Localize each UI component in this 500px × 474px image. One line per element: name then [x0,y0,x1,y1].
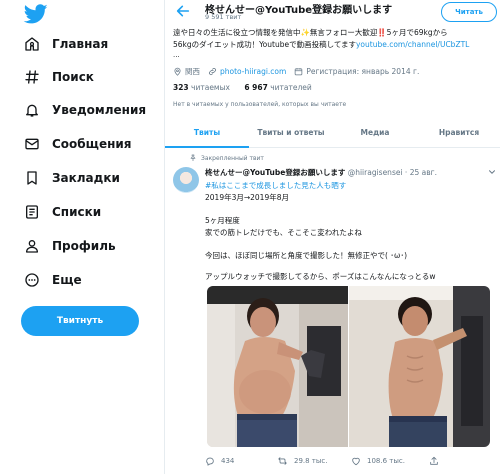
tweet-actions: 434 29.8 тыс. 108.6 тыс. [205,456,495,466]
profile-column: 柊せんせー@YouTube登録お願いします 9 591 твит Читать … [164,0,500,474]
sidebar-item-lists[interactable]: Списки [22,200,101,224]
bio-ellipsis: ... [173,51,180,59]
chevron-down-icon[interactable] [487,167,497,177]
list-icon [22,202,42,222]
tweet-handle-date[interactable]: @hiiragisensei · 25 авг. [348,168,437,177]
reply-count: 434 [221,457,235,465]
tweet-media[interactable] [207,286,490,447]
sidebar-item-label: Еще [52,273,82,287]
bio-text: 56kgのダイエット成功！Youtubeで動画投稿してます [173,40,356,49]
follow-counts: 323 читаемых 6 967 читателей [173,83,324,92]
bookmark-icon [22,168,42,188]
follow-button[interactable]: Читать [441,2,497,22]
like-count: 108.6 тыс. [367,457,405,465]
avatar[interactable] [173,167,199,193]
sidebar-item-profile[interactable]: Профиль [22,234,116,258]
person-icon [22,236,42,256]
tweet-count: 9 591 твит [205,13,242,21]
heart-icon [352,457,360,466]
pinned-indicator: Закрепленный твит [189,154,264,162]
following-label: читаемых [191,83,230,92]
share-button[interactable] [429,456,445,466]
reply-button[interactable]: 434 [205,456,277,466]
bio-link[interactable]: youtube.com/channel/UCbZTL [356,40,469,49]
bio-line: 56kgのダイエット成功！Youtubeで動画投稿してますyoutube.com… [173,39,499,51]
photo-after-image [349,286,490,447]
followers-count: 6 967 [244,83,268,92]
link-icon [209,68,216,75]
sidebar-item-more[interactable]: Еще [22,268,82,292]
mail-icon [22,134,42,154]
join-date-text: Регистрация: январь 2014 г. [306,67,420,76]
more-icon [22,270,42,290]
share-icon [430,456,438,465]
followers-link[interactable]: 6 967 читателей [244,83,311,92]
following-count: 323 [173,83,189,92]
sidebar-item-label: Закладки [52,171,120,185]
location-text: 関西 [185,67,200,76]
website-link[interactable]: photo-hiiragi.com [220,67,286,76]
like-button[interactable]: 108.6 тыс. [351,456,429,466]
tab-tweets[interactable]: Твиты [165,118,249,148]
tab-tweets-replies[interactable]: Твиты и ответы [249,118,333,147]
sidebar-item-label: Сообщения [52,137,132,151]
twitter-profile-page: Главная Поиск Уведомления Сообщения Закл… [0,0,500,474]
back-arrow-icon[interactable] [175,3,191,19]
profile-tabs: Твиты Твиты и ответы Медиа Нравится [165,118,500,148]
sidebar-item-label: Уведомления [52,103,147,117]
sidebar-item-label: Профиль [52,239,116,253]
retweet-count: 29.8 тыс. [294,457,328,465]
tweet-photo-after[interactable] [349,286,490,447]
following-link[interactable]: 323 читаемых [173,83,230,92]
tweet-header: 柊せんせー@YouTube登録お願いします @hiiragisensei · 2… [205,167,437,178]
sidebar-item-label: Списки [52,205,102,219]
reply-icon [206,457,214,466]
pin-icon [190,154,196,161]
sidebar-item-label: Поиск [52,70,94,84]
pinned-label: Закрепленный твит [201,154,264,162]
profile-meta: 関西 photo-hiiragi.com Регистрация: январь… [173,66,427,77]
sidebar-item-notifications[interactable]: Уведомления [22,98,146,122]
tweet-photo-before[interactable] [207,286,348,447]
location: 関西 [173,66,200,77]
tweet-text-line: 家での筋トレだけでも、そこそこ変われたよね [205,228,362,237]
tweet-text-line: 5ヶ月程度 [205,216,240,225]
sidebar-item-messages[interactable]: Сообщения [22,132,131,156]
tab-media[interactable]: Медиа [333,118,417,147]
tweet-text-line: 2019年3月→2019年8月 [205,193,290,202]
bell-icon [22,100,42,120]
left-sidebar: Главная Поиск Уведомления Сообщения Закл… [0,0,160,474]
calendar-icon [295,68,303,76]
profile-bio: 遠や日々の生活に役立つ情報を発信中✨無言フォロー大歓迎‼️5ヶ月で69kgから … [173,27,499,51]
bio-line: 遠や日々の生活に役立つ情報を発信中✨無言フォロー大歓迎‼️5ヶ月で69kgから [173,28,448,37]
tweet-hashtag[interactable]: #私はここまで成長しました見た人も晒す [205,180,346,191]
location-pin-icon [174,67,181,76]
sidebar-item-label: Главная [52,37,109,51]
home-icon [22,34,42,54]
tweet-author[interactable]: 柊せんせー@YouTube登録お願いします [205,168,345,177]
pinned-tweet[interactable]: Закрепленный твит 柊せんせー@YouTube登録お願いします … [165,149,500,474]
photo-before-image [207,286,348,447]
website[interactable]: photo-hiiragi.com [208,67,286,76]
followers-label: читателей [270,83,312,92]
sidebar-item-home[interactable]: Главная [22,32,108,56]
retweet-button[interactable]: 29.8 тыс. [277,456,351,466]
sidebar-item-search[interactable]: Поиск [22,65,94,89]
tweet-text-line: 今回は、ほぼ同じ場所と角度で撮影した！無修正やで( ･ω･) [205,251,408,260]
tab-likes[interactable]: Нравится [417,118,500,147]
profile-header-bar: 柊せんせー@YouTube登録お願いします 9 591 твит Читать [165,0,500,24]
tweet-button[interactable]: Твитнуть [21,306,139,336]
tweet-text-line: アップルウォッチで撮影してるから、ポーズはこんなんになっとるw [205,272,436,281]
join-date: Регистрация: январь 2014 г. [294,67,419,76]
twitter-logo-icon[interactable] [22,2,50,26]
retweet-icon [278,457,287,465]
sidebar-item-bookmarks[interactable]: Закладки [22,166,120,190]
known-followers-note: Нет в читаемых у пользователей, которых … [173,101,347,108]
hashtag-icon [22,67,42,87]
